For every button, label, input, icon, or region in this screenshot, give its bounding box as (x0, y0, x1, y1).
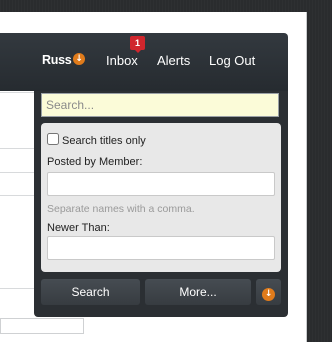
nav-alerts[interactable]: Alerts (157, 53, 190, 68)
search-input[interactable] (41, 93, 279, 117)
titles-only-label: Search titles only (62, 135, 146, 147)
down-arrow-circle-icon: ↓ (262, 288, 275, 301)
inbox-badge: 1 (130, 36, 145, 53)
posted-by-field[interactable] (47, 172, 275, 196)
nav-user[interactable]: Russ (42, 53, 72, 68)
more-button[interactable]: More... (145, 279, 251, 305)
page-box (0, 318, 84, 334)
titles-only-checkbox[interactable] (47, 133, 59, 145)
newer-than-field[interactable] (47, 236, 275, 260)
nav-logout[interactable]: Log Out (209, 53, 255, 68)
down-arrow-circle-icon[interactable]: ↓ (73, 53, 85, 65)
search-options-button[interactable]: ↓ (256, 279, 281, 305)
newer-than-label: Newer Than: (47, 222, 110, 234)
nav-inbox[interactable]: Inbox (106, 53, 138, 68)
posted-by-hint: Separate names with a comma. (47, 203, 195, 215)
search-button[interactable]: Search (41, 279, 140, 305)
posted-by-label: Posted by Member: (47, 156, 143, 168)
